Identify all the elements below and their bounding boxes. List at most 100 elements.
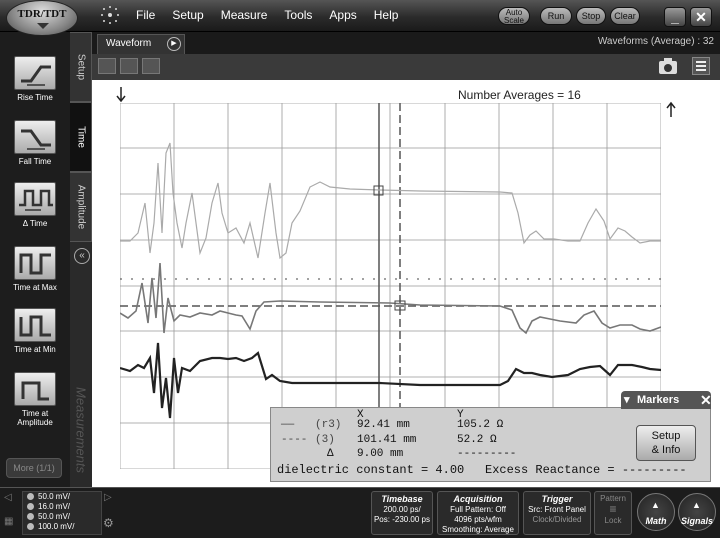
channel-scales[interactable]: 50.0 mV/ 16.0 mV/ 50.0 mV/ 100.0 mV/ [22,491,102,535]
row2-y: 52.2 Ω [457,434,497,446]
more-button[interactable]: More (1/1) [6,458,62,478]
chevron-down-icon: ▾ [624,394,630,406]
acquisition-pattern: Full Pattern: Off [450,505,506,514]
acquisition-points: 4096 pts/wfm [454,515,502,524]
waveform-header: Waveform ▶ Waveforms (Average) : 32 [92,32,720,54]
trace-1 [120,142,661,260]
rise-time-icon [14,56,56,90]
fall-time-tool[interactable]: Fall Time [5,120,65,166]
layout-stacked-icon[interactable] [142,58,160,74]
menu-tools[interactable]: Tools [284,8,312,22]
trigger-source: Src: Front Panel [528,505,586,514]
top-menu-bar: File Setup Measure Tools Apps Help Auto S… [0,0,720,32]
menu-help[interactable]: Help [374,8,399,22]
layout-grid-icon[interactable] [120,58,138,74]
scroll-right-icon[interactable]: ▷ [104,492,118,512]
markers-header[interactable]: Markers ▾ ✕ [621,391,712,409]
delta-label: Δ [327,448,334,460]
time-at-max-icon [14,246,56,280]
tab-waveform-label: Waveform [106,38,152,49]
math-button[interactable]: ▲ Math [637,493,675,531]
channel-1-icon [27,493,34,501]
time-at-min-tool[interactable]: Time at Min [5,308,65,354]
close-icon[interactable]: ✕ [690,7,712,27]
scroll-left-icon[interactable]: ◁ [4,492,18,512]
channel-4-icon [27,523,34,531]
menu-icon[interactable] [692,57,710,75]
pattern-lock-box[interactable]: Pattern ≡ Lock [594,491,632,535]
lock-icon: ≡ [609,502,617,516]
menu-file[interactable]: File [136,8,155,22]
lock-label: Lock [604,516,622,525]
row2-label: (3) [315,434,335,446]
tab-waveform[interactable]: Waveform ▶ [97,34,185,54]
tab-amplitude[interactable]: Amplitude [70,172,92,242]
time-at-max-label: Time at Max [13,283,57,292]
grid-icon[interactable]: ▦ [4,516,18,532]
markers-panel: Markers ▾ ✕ X Y —— (r3) 92.41 mm 105.2 Ω… [270,391,712,482]
tab-setup-label: Setup [75,53,86,81]
time-at-min-label: Time at Min [14,345,56,354]
auto-scale-label-2: Scale [503,16,524,25]
fall-time-icon [14,120,56,154]
trigger-title: Trigger [541,494,573,504]
gear-icon[interactable]: ⚙ [103,516,119,532]
trace-2 [120,262,661,335]
trigger-mode: Clock/Divided [532,515,582,524]
setup-info-label-2: & Info [651,444,681,456]
waveform-average-count: Waveforms (Average) : 32 [597,36,714,47]
delta-x: 9.00 mm [357,448,404,460]
signals-button[interactable]: ▲ Signals [678,493,716,531]
stop-button[interactable]: Stop [576,7,606,25]
trigger-box[interactable]: Trigger Src: Front Panel Clock/Divided [523,491,591,535]
down-arrow-icon [116,87,126,103]
clear-button[interactable]: Clear [610,7,640,25]
menu-apps[interactable]: Apps [329,8,356,22]
timebase-title: Timebase [381,494,423,504]
menu-setup[interactable]: Setup [172,8,203,22]
status-bar: ◁ ▦ 50.0 mV/ 16.0 mV/ 50.0 mV/ 100.0 mV/… [0,487,720,538]
tab-setup[interactable]: Setup [70,32,92,102]
channel-1-scale[interactable]: 50.0 mV/ [23,492,101,502]
tab-amplitude-label: Amplitude [75,184,86,230]
logo-text: TDR/TDT [17,8,67,20]
channel-4-label: 100.0 mV/ [38,522,75,531]
menu-measure[interactable]: Measure [221,8,268,22]
acquisition-box[interactable]: Acquisition Full Pattern: Off 4096 pts/w… [437,491,519,535]
time-at-amplitude-tool[interactable]: Time at Amplitude [5,372,65,427]
acquisition-smoothing: Smoothing: Average [442,525,514,534]
layout-single-icon[interactable] [98,58,116,74]
sparkle-icon [100,5,120,25]
run-button[interactable]: Run [540,7,572,25]
collapse-panel-icon[interactable]: « [74,248,90,264]
measurement-panel: Rise Time Fall Time Δ Time Time at Max T… [0,32,70,487]
time-at-max-tool[interactable]: Time at Max [5,246,65,292]
time-at-min-icon [14,308,56,342]
setup-info-button[interactable]: Setup & Info [636,425,696,461]
acquisition-title: Acquisition [453,494,503,504]
row2-line-sample: ---- [281,434,308,446]
tdr-logo-button[interactable]: TDR/TDT [6,0,78,36]
channel-1-label: 50.0 mV/ [38,492,71,501]
play-icon[interactable]: ▶ [167,37,181,51]
row1-label: (r3) [315,419,342,431]
channel-3-scale[interactable]: 50.0 mV/ [23,512,101,522]
channel-4-scale[interactable]: 100.0 mV/ [23,522,101,532]
timebase-box[interactable]: Timebase 200.00 ps/ Pos: -230.00 ps [371,491,433,535]
delta-time-icon [14,182,56,216]
dielectric-constant: dielectric constant = 4.00 [277,463,465,477]
time-at-amplitude-label: Time at Amplitude [17,409,53,427]
auto-scale-button[interactable]: Auto Scale [498,7,530,25]
minimize-icon[interactable]: _ [664,7,686,27]
tab-time[interactable]: Time [70,102,92,172]
camera-icon[interactable] [658,57,678,75]
main-menu: File Setup Measure Tools Apps Help [136,8,415,22]
display-toolbar [92,54,720,80]
rise-time-tool[interactable]: Rise Time [5,56,65,102]
time-at-amplitude-icon [14,372,56,406]
channel-2-scale[interactable]: 16.0 mV/ [23,502,101,512]
excess-reactance: Excess Reactance = --------- [485,463,687,477]
delta-time-tool[interactable]: Δ Time [5,182,65,228]
close-icon[interactable]: ✕ [700,391,712,409]
math-label: Math [645,516,667,526]
